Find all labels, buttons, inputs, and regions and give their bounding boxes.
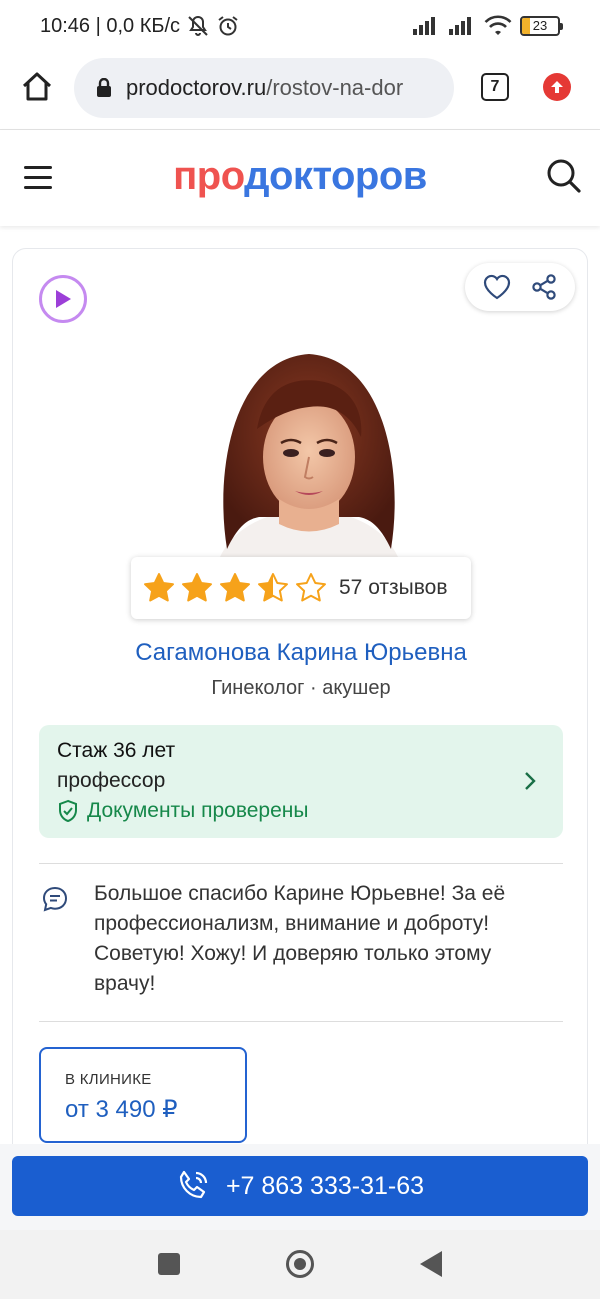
chat-bubble-icon xyxy=(42,886,68,912)
call-button[interactable]: +7 863 333-31-63 xyxy=(12,1156,588,1216)
back-button[interactable] xyxy=(420,1251,442,1277)
browser-toolbar: prodoctorov.ru/rostov-na-dor 7 xyxy=(0,56,600,128)
rating-badge[interactable]: 57 отзывов xyxy=(131,557,471,619)
battery-icon: 23 xyxy=(520,16,563,36)
url-path: /rostov-na-dor xyxy=(266,75,404,100)
logo-part-blue: докторов xyxy=(244,154,427,198)
doctor-photo xyxy=(219,354,399,559)
status-bar: 10:46 | 0,0 КБ/с 23 xyxy=(0,0,600,56)
doctor-specialty: Гинеколог · акушер xyxy=(211,677,391,699)
chevron-right-icon xyxy=(525,772,536,790)
phone-number: +7 863 333-31-63 xyxy=(225,1171,425,1200)
divider xyxy=(39,863,563,864)
recents-button[interactable] xyxy=(158,1253,180,1275)
system-nav-bar xyxy=(0,1230,600,1299)
search-icon[interactable] xyxy=(546,158,582,194)
phone-icon xyxy=(179,1170,208,1199)
url-text: prodoctorov.ru/rostov-na-dor xyxy=(126,75,403,101)
star-full-icon xyxy=(182,573,212,602)
signal-icon xyxy=(413,17,435,35)
doctor-name[interactable]: Сагамонова Карина Юрьевна xyxy=(13,639,589,667)
favorite-share-pill xyxy=(465,263,575,311)
experience-text: Стаж 36 лет xyxy=(57,739,176,762)
rating-stars xyxy=(143,572,327,604)
site-header: продокторов xyxy=(0,130,600,226)
url-domain: prodoctorov.ru xyxy=(126,75,267,100)
status-time: 10:46 | 0,0 КБ/с xyxy=(40,14,181,37)
update-button[interactable] xyxy=(543,73,571,101)
star-empty-icon xyxy=(296,573,326,602)
home-icon xyxy=(22,72,52,101)
play-icon xyxy=(56,290,71,308)
signal-icon-2 xyxy=(449,17,471,35)
reviews-count: 57 отзывов xyxy=(339,576,448,599)
status-right: 23 xyxy=(412,15,563,37)
mute-icon xyxy=(188,15,208,36)
credentials-box[interactable]: Стаж 36 лет профессор Документы проверен… xyxy=(39,725,563,838)
lock-icon xyxy=(97,78,111,97)
site-logo[interactable]: продокторов xyxy=(0,154,600,199)
verified-row: Документы проверены xyxy=(57,799,308,823)
status-left: 10:46 | 0,0 КБ/с xyxy=(40,14,240,38)
price-label: В КЛИНИКЕ xyxy=(65,1071,152,1088)
verified-text: Документы проверены xyxy=(87,799,309,822)
shield-check-icon xyxy=(59,799,77,823)
arrow-up-icon xyxy=(551,81,563,93)
star-full-icon xyxy=(144,573,174,602)
alarm-icon xyxy=(218,16,238,36)
battery-level: 23 xyxy=(532,18,548,33)
logo-part-red: про xyxy=(173,154,245,198)
tabs-button[interactable]: 7 xyxy=(481,73,509,101)
video-play-button[interactable] xyxy=(39,275,87,323)
star-full-icon xyxy=(220,573,250,602)
share-icon[interactable] xyxy=(530,273,558,301)
wifi-icon xyxy=(484,15,512,35)
divider xyxy=(39,1021,563,1022)
review-snippet[interactable]: Большое спасибо Карине Юрьевне! За её пр… xyxy=(94,879,549,999)
home-nav-button[interactable] xyxy=(286,1250,314,1278)
home-button[interactable] xyxy=(20,70,54,104)
price-card-clinic[interactable]: В КЛИНИКЕ от 3 490 ₽ xyxy=(39,1047,247,1143)
degree-text: профессор xyxy=(57,769,166,792)
price-value: от 3 490 ₽ xyxy=(65,1096,178,1123)
heart-icon[interactable] xyxy=(482,273,512,301)
star-half-icon xyxy=(258,573,288,602)
doctor-card: 57 отзывов Сагамонова Карина Юрьевна Гин… xyxy=(12,248,588,1208)
address-bar[interactable]: prodoctorov.ru/rostov-na-dor xyxy=(74,58,454,118)
